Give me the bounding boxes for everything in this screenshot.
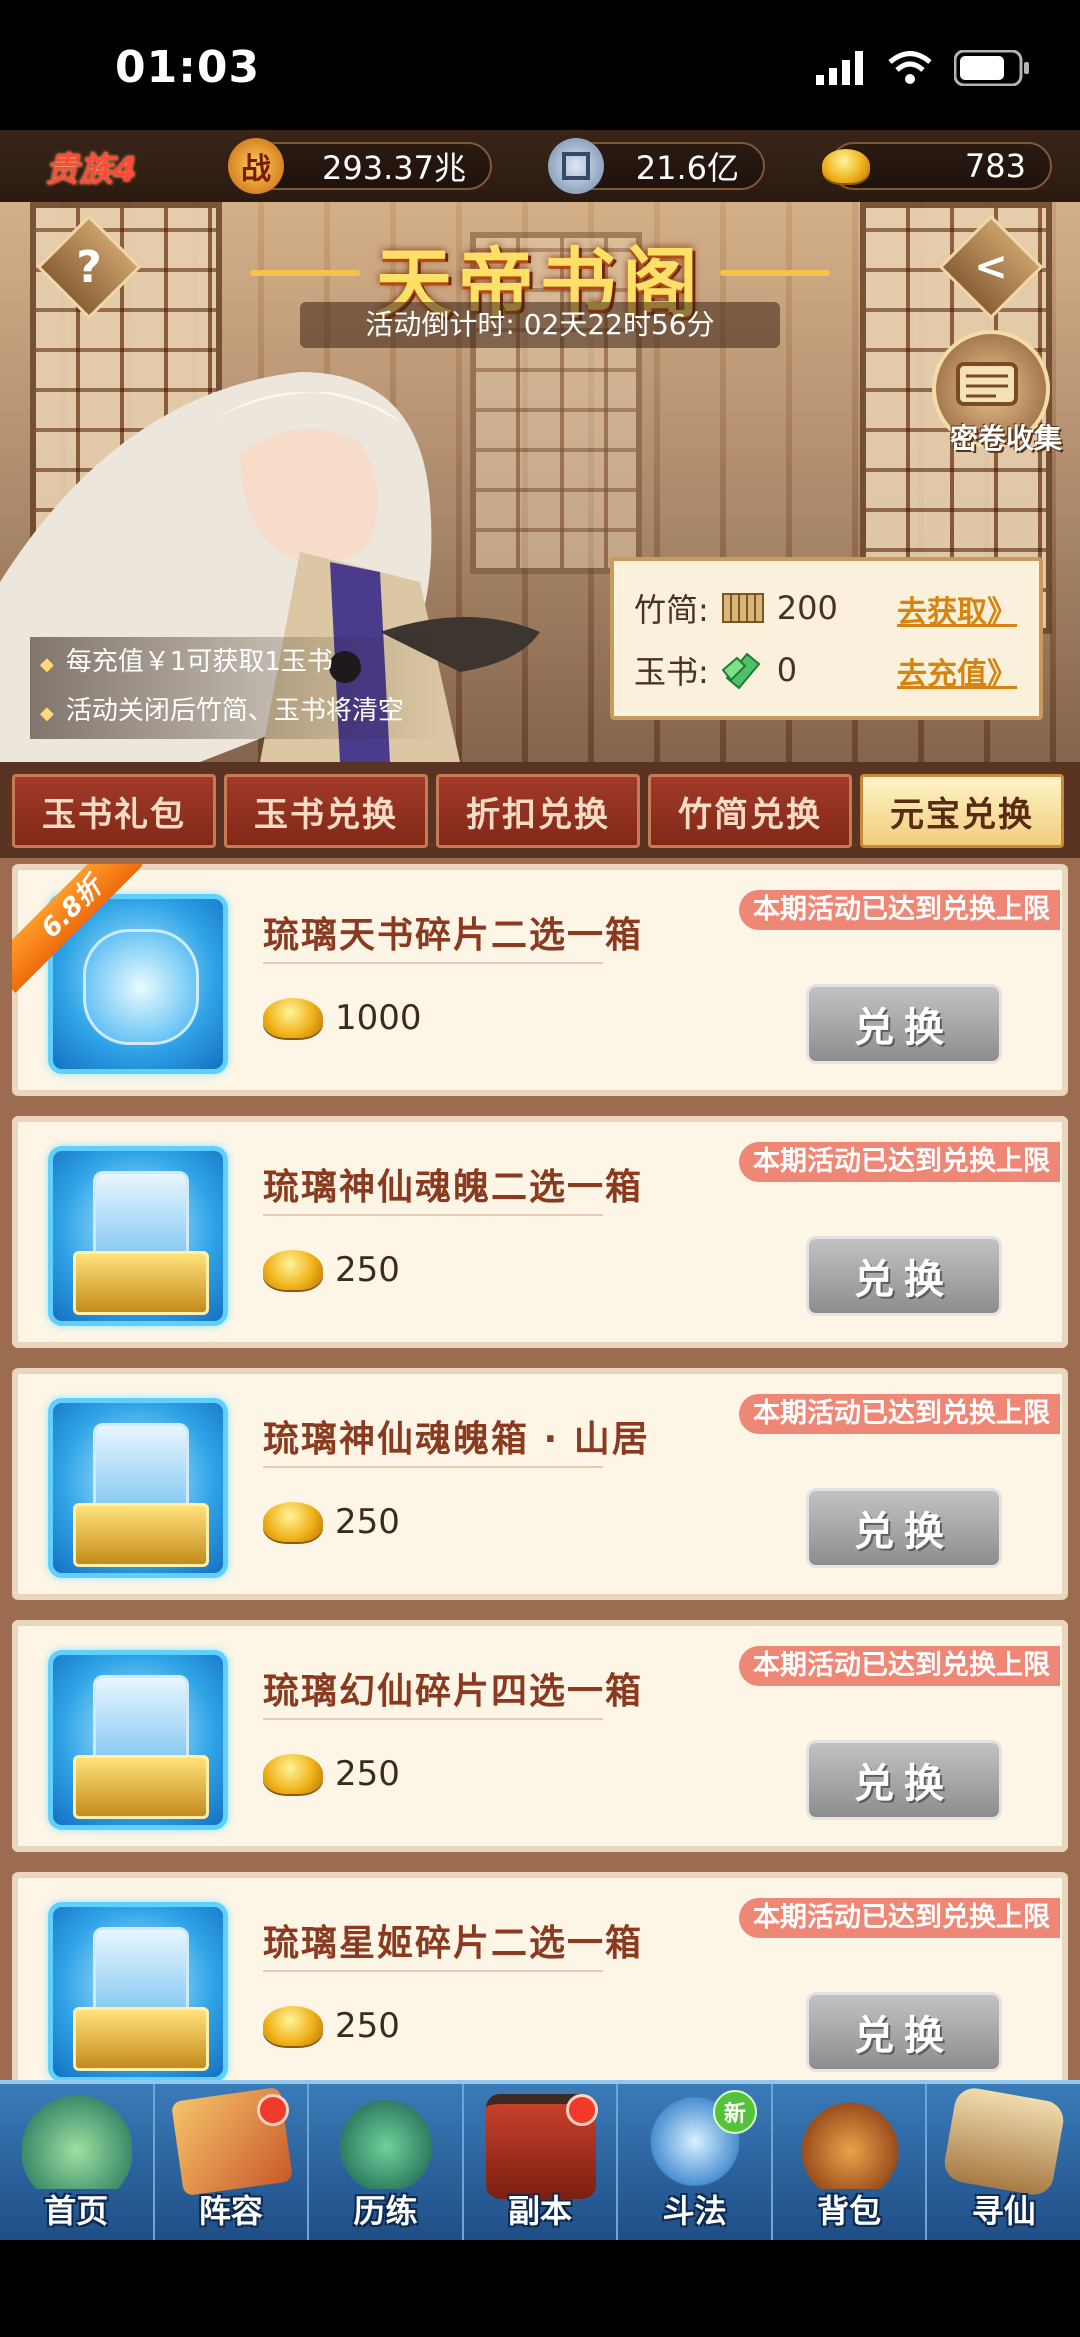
power-value: 293.37兆 (322, 149, 466, 187)
exchange-tabs: 玉书礼包 玉书兑换 折扣兑换 竹简兑换 元宝兑换 (0, 762, 1080, 858)
nav-training[interactable]: 历练 (309, 2084, 464, 2244)
gold-ingot-icon (263, 1250, 323, 1290)
bamboo-row: 竹简: 200 (634, 583, 838, 633)
gold-ingot-icon (263, 1502, 323, 1542)
list-item: 琉璃神仙魂魄二选一箱 250 本期活动已达到兑换上限 兑换 (12, 1116, 1068, 1348)
nav-seek-immortal[interactable]: 寻仙 (927, 2084, 1080, 2244)
item-price: 250 (263, 2006, 400, 2046)
price-value: 250 (335, 1250, 400, 1290)
coin-icon (548, 138, 604, 194)
exchange-button[interactable]: 兑换 (806, 1992, 1002, 2072)
exchange-button[interactable]: 兑换 (806, 1740, 1002, 1820)
price-value: 250 (335, 2006, 400, 2046)
backpack-icon (794, 2094, 905, 2189)
discount-badge: 6.8折 (12, 864, 142, 994)
event-countdown: 活动倒计时: 02天22时56分 (300, 302, 780, 348)
ingot-pill: 783 (822, 142, 1052, 190)
question-icon: ? (76, 241, 102, 293)
item-icon[interactable] (48, 1650, 228, 1830)
item-name: 琉璃星姬碎片二选一箱 (263, 1923, 644, 1964)
back-arrow-icon: < (974, 244, 1008, 290)
item-name: 琉璃神仙魂魄箱 · 山居 (263, 1419, 650, 1460)
event-note: 每充值￥1可获取1玉书 (40, 639, 404, 688)
event-banner: 天帝书阁 活动倒计时: 02天22时56分 ? < 密卷收集 每充值￥1可获取1… (0, 202, 1080, 762)
scroll-collect-label[interactable]: 密卷收集 (950, 417, 1062, 457)
item-icon[interactable] (48, 1146, 228, 1326)
bamboo-slip-icon (721, 593, 764, 623)
list-item: 琉璃星姬碎片二选一箱 250 本期活动已达到兑换上限 兑换 (12, 1872, 1068, 2080)
gold-ingot-icon (263, 998, 323, 1038)
item-price: 250 (263, 1250, 400, 1290)
event-note: 活动关闭后竹简、玉书将清空 (40, 688, 404, 737)
signal-icon (816, 51, 863, 85)
resource-bar: 贵族4 战 293.37兆 21.6亿 783 (0, 130, 1080, 204)
gold-ingot-icon (263, 2006, 323, 2046)
wifi-icon (888, 51, 932, 84)
status-bar: 01:03 (0, 0, 1080, 130)
jade-book-icon (721, 652, 761, 690)
exchange-list[interactable]: 6.8折 琉璃天书碎片二选一箱 1000 本期活动已达到兑换上限 兑换 琉璃神仙… (0, 858, 1080, 2080)
tab-discount-exchange[interactable]: 折扣兑换 (436, 774, 640, 848)
tab-bamboo-exchange[interactable]: 竹简兑换 (648, 774, 852, 848)
item-name: 琉璃天书碎片二选一箱 (263, 915, 644, 956)
tab-jade-gift[interactable]: 玉书礼包 (12, 774, 216, 848)
event-notes: 每充值￥1可获取1玉书 活动关闭后竹简、玉书将清空 (30, 637, 444, 739)
item-name: 琉璃幻仙碎片四选一箱 (263, 1671, 644, 1712)
jade-row: 玉书: 0 (634, 645, 797, 695)
bamboo-label: 竹简: (634, 591, 709, 629)
coin-pill: 21.6亿 (548, 138, 765, 194)
status-time: 01:03 (115, 42, 261, 93)
nav-backpack[interactable]: 背包 (773, 2084, 928, 2244)
nav-dungeon[interactable]: 副本 (464, 2084, 619, 2244)
vip-rank[interactable]: 贵族4 (45, 142, 137, 191)
jade-value: 0 (776, 651, 798, 689)
price-value: 250 (335, 1754, 400, 1794)
bamboo-value: 200 (776, 589, 838, 627)
item-icon[interactable] (48, 1398, 228, 1578)
nav-battle[interactable]: 新 斗法 (618, 2084, 773, 2244)
limit-reached-badge: 本期活动已达到兑换上限 (739, 890, 1060, 930)
list-item: 琉璃幻仙碎片四选一箱 250 本期活动已达到兑换上限 兑换 (12, 1620, 1068, 1852)
event-currency-box: 竹简: 200 去获取》 玉书: 0 去充值》 (610, 557, 1043, 720)
list-item: 6.8折 琉璃天书碎片二选一箱 1000 本期活动已达到兑换上限 兑换 (12, 864, 1068, 1096)
limit-reached-badge: 本期活动已达到兑换上限 (739, 1394, 1060, 1434)
scroll-map-icon (942, 2085, 1067, 2198)
training-icon (331, 2094, 442, 2189)
price-value: 1000 (335, 998, 422, 1038)
bottom-nav: 首页 阵容 历练 副本 新 斗法 背包 寻仙 (0, 2080, 1080, 2244)
exchange-button[interactable]: 兑换 (806, 984, 1002, 1064)
item-price: 1000 (263, 998, 422, 1038)
price-value: 250 (335, 1502, 400, 1542)
jade-label: 玉书: (634, 653, 709, 691)
item-price: 250 (263, 1754, 400, 1794)
home-icon (22, 2094, 132, 2189)
gold-ingot-icon (263, 1754, 323, 1794)
tab-ingot-exchange[interactable]: 元宝兑换 (860, 774, 1064, 848)
new-badge: 新 (712, 2090, 757, 2134)
tab-jade-exchange[interactable]: 玉书兑换 (224, 774, 428, 848)
list-item: 琉璃神仙魂魄箱 · 山居 250 本期活动已达到兑换上限 兑换 (12, 1368, 1068, 1600)
battery-icon (954, 50, 1029, 86)
status-icons (816, 50, 1030, 86)
item-price: 250 (263, 1502, 400, 1542)
nav-home[interactable]: 首页 (0, 2084, 155, 2244)
power-pill: 战 293.37兆 (228, 138, 492, 194)
item-name: 琉璃神仙魂魄二选一箱 (263, 1167, 644, 1208)
power-icon: 战 (228, 138, 284, 194)
limit-reached-badge: 本期活动已达到兑换上限 (739, 1898, 1060, 1938)
limit-reached-badge: 本期活动已达到兑换上限 (739, 1142, 1060, 1182)
notification-dot (257, 2094, 290, 2126)
coin-value: 21.6亿 (635, 149, 739, 187)
limit-reached-badge: 本期活动已达到兑换上限 (739, 1646, 1060, 1686)
gold-ingot-icon (818, 138, 874, 194)
recharge-link[interactable]: 去充值》 (897, 649, 1017, 693)
nav-lineup[interactable]: 阵容 (155, 2084, 310, 2244)
exchange-button[interactable]: 兑换 (806, 1236, 1002, 1316)
get-bamboo-link[interactable]: 去获取》 (897, 587, 1017, 631)
exchange-button[interactable]: 兑换 (806, 1488, 1002, 1568)
item-icon[interactable] (48, 1902, 228, 2080)
home-indicator-area (0, 2240, 1080, 2337)
ingot-value: 783 (964, 147, 1026, 185)
